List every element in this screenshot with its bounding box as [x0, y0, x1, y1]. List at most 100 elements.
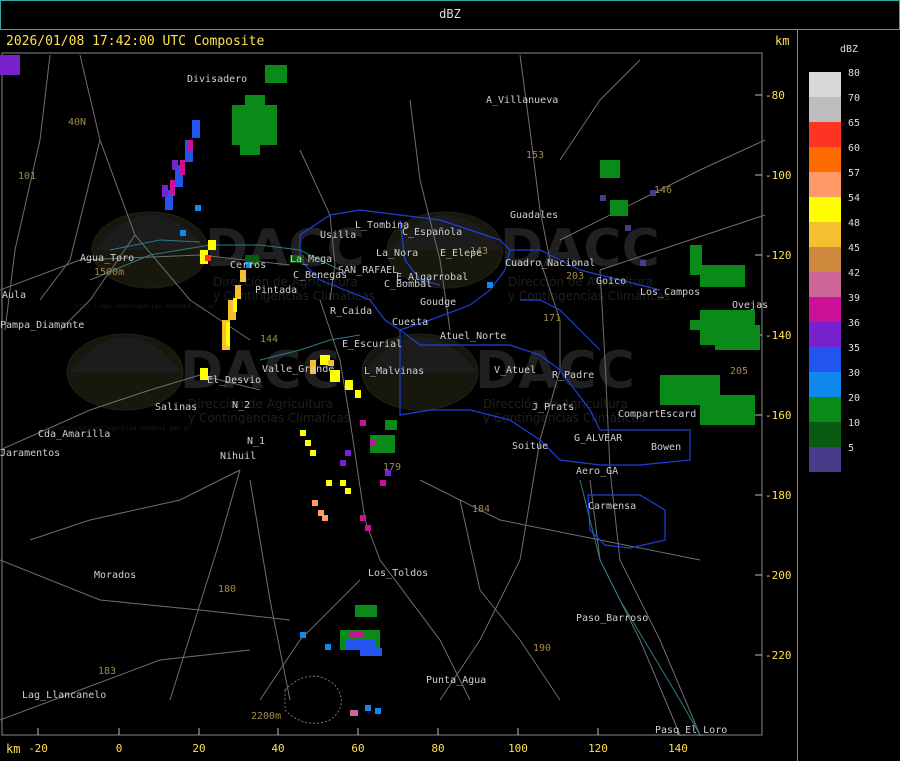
legend-swatch: [809, 197, 841, 222]
legend-swatch: [809, 322, 841, 347]
legend-label: 5: [848, 443, 855, 454]
road-line: [0, 649, 251, 721]
unit-label-bottom: km: [6, 742, 21, 756]
place-label: Carmensa: [588, 501, 636, 512]
legend-swatch: [809, 297, 841, 322]
place-label: Aula: [2, 290, 26, 301]
place-label: Bowen: [651, 442, 681, 453]
y-tick-label: -200: [765, 569, 792, 582]
x-tick-label: -20: [28, 742, 48, 755]
echo-cluster-central: [370, 420, 397, 453]
place-label: Punta_Agua: [426, 675, 486, 686]
place-label: 143: [470, 246, 488, 257]
legend-label: 35: [848, 343, 861, 354]
legend-title: dBZ: [840, 44, 859, 55]
place-label: Guadales: [510, 210, 558, 221]
road-line: [559, 59, 641, 161]
place-label: Jaramentos: [0, 448, 60, 459]
road-line: [29, 469, 241, 541]
y-tick-label: -140: [765, 329, 792, 342]
place-label: Cuadro_Nacional: [505, 258, 595, 269]
echo-core-red: [205, 255, 211, 261]
timestamp-label: 2026/01/08 17:42:00 UTC Composite: [6, 34, 265, 49]
place-label: Pampa_Diamante: [0, 320, 84, 331]
place-label: C_Española: [402, 227, 462, 238]
place-label: Los_Toldos: [368, 568, 428, 579]
place-label: Cuesta: [392, 317, 428, 328]
legend-label: 57: [848, 168, 861, 179]
place-label: A_Villanueva: [486, 95, 558, 106]
place-label: E_Escurial: [342, 339, 402, 350]
place-label: 153: [526, 150, 544, 161]
legend-label: 54: [848, 193, 861, 204]
place-label: J_Prats: [532, 402, 574, 413]
place-label: Nihuil: [220, 451, 256, 462]
place-label: Goudge: [420, 297, 456, 308]
place-label: 146: [654, 185, 672, 196]
legend-swatch: [809, 122, 841, 147]
place-label: SAN_RAFAEL: [338, 265, 398, 276]
unit-label-top: km: [775, 34, 790, 48]
place-label: Soitue: [512, 441, 548, 452]
legend-swatch: [809, 272, 841, 297]
place-label: Goico: [596, 276, 626, 287]
watermark-url: http://www.contingencias.mendoza.gov.ar: [75, 303, 216, 310]
legend-label: 70: [848, 93, 861, 104]
place-label: Los_Campos: [640, 287, 700, 298]
y-tick-label: -160: [765, 409, 792, 422]
road-line: [39, 139, 101, 301]
place-label: R_Caida: [330, 306, 372, 317]
y-tick-label: -220: [765, 649, 792, 662]
x-tick-label: 120: [588, 742, 608, 755]
legend-swatch: [809, 97, 841, 122]
road-line: [0, 559, 291, 621]
y-tick-label: -120: [765, 249, 792, 262]
place-label: Atuel_Norte: [440, 331, 506, 342]
place-label: N_1: [247, 436, 265, 447]
x-tick-label: 100: [508, 742, 528, 755]
place-label: Morados: [94, 570, 136, 581]
place-label: G_ALVEAR: [574, 433, 623, 444]
legend-label: 36: [848, 318, 861, 329]
legend-label: 48: [848, 218, 861, 229]
road-line: [419, 479, 701, 561]
legend-swatch: [809, 447, 841, 472]
place-label: Paso_El_Loro: [655, 725, 727, 736]
place-label: Cda_Amarilla: [38, 429, 110, 440]
legend-swatch: [809, 347, 841, 372]
place-label: La_Mega: [290, 254, 332, 265]
y-tick-label: -100: [765, 169, 792, 182]
radar-map[interactable]: DACCDirección de Agriculturay Contingenc…: [0, 0, 900, 761]
road-line: [4, 54, 51, 331]
place-label: El_Desvio: [207, 375, 261, 386]
road-line: [589, 479, 681, 736]
echo-south-salmon: [312, 500, 328, 521]
place-label: 40N: [68, 117, 86, 128]
watermark-logo: DACCDirección de Agriculturay Contingenc…: [361, 333, 645, 425]
place-label: Lag_Llancanelo: [22, 690, 106, 701]
place-label: Aero_GA: [576, 466, 618, 477]
place-label: 183: [98, 666, 116, 677]
legend-swatch: [809, 172, 841, 197]
x-tick-label: 80: [431, 742, 444, 755]
place-label: R_Padre: [552, 370, 594, 381]
place-label: 101: [18, 171, 36, 182]
legend-label: 20: [848, 393, 861, 404]
place-label: 1500m: [94, 267, 124, 278]
place-label: Pintada: [255, 285, 297, 296]
echo-corner: [0, 55, 20, 75]
legend-label: 60: [848, 143, 861, 154]
legend-swatch: [809, 72, 841, 97]
place-label: 205: [730, 366, 748, 377]
place-label: CompartEscard: [618, 409, 696, 420]
echo-cluster-campos: [690, 245, 745, 287]
legend-swatch: [809, 397, 841, 422]
contour-line: [284, 675, 342, 724]
echo-south-pink: [350, 632, 364, 638]
x-tick-label: 0: [116, 742, 123, 755]
y-tick-label: -180: [765, 489, 792, 502]
place-label: 190: [533, 643, 551, 654]
place-label: N_2: [232, 400, 250, 411]
legend-label: 45: [848, 243, 861, 254]
legend-label: 80: [848, 68, 861, 79]
